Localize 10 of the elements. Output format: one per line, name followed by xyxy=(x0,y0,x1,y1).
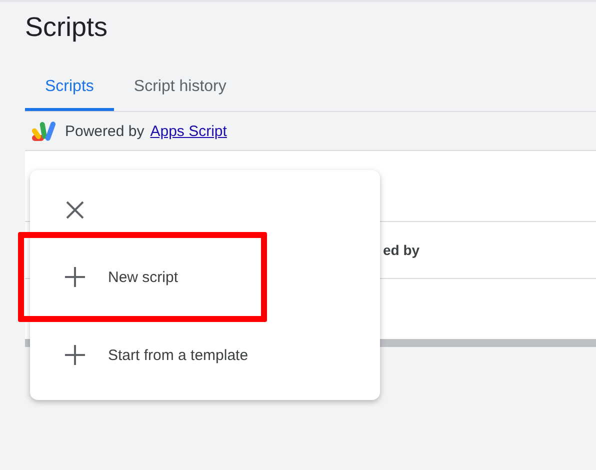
tab[interactable]: Script history xyxy=(114,78,246,111)
plus-icon xyxy=(64,344,86,366)
page-title: Scripts xyxy=(25,11,109,44)
apps-script-link[interactable]: Apps Script xyxy=(150,122,227,140)
tab[interactable]: Scripts xyxy=(25,78,114,111)
powered-by-text: Powered by xyxy=(65,122,144,140)
close-button[interactable] xyxy=(65,200,85,220)
column-header: ed by xyxy=(383,242,420,258)
plus-icon xyxy=(64,266,86,288)
menu-item[interactable]: New script xyxy=(18,232,267,322)
